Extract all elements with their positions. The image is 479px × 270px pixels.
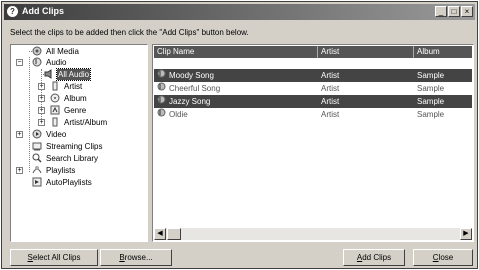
tree-item-artist[interactable]: + Artist [11,81,147,92]
horizontal-scrollbar[interactable]: ◀ ▶ [154,228,472,240]
clip-list[interactable]: Clip Name Artist Album Moody Song Artist… [152,44,474,242]
tree-label: Video [46,130,67,139]
add-clips-button[interactable]: Add Clips [343,249,405,266]
close-button[interactable]: Close [413,249,473,266]
clip-name: Oldie [169,110,188,119]
column-header-clip-name[interactable]: Clip Name [154,46,318,58]
minimize-button[interactable]: _ [435,6,447,17]
button-label: dd Clips [362,253,392,262]
tree-item-album[interactable]: + Album [11,93,147,104]
clip-name: Jazzy Song [169,97,211,106]
tree-item-all-media[interactable]: All Media [11,46,147,57]
tree-label: All Audio [55,68,92,81]
app-icon: ? [7,6,18,17]
expand-icon[interactable]: + [38,83,45,90]
streaming-icon [32,141,42,151]
button-label: elect All Clips [32,253,81,262]
clip-album: Sample [417,84,445,93]
genre-icon [50,105,60,115]
tree-item-genre[interactable]: + Genre [11,105,147,116]
tree-label: AutoPlaylists [46,178,92,187]
tree-label: Genre [64,106,87,115]
expand-icon[interactable]: + [38,119,45,126]
album-icon [50,93,60,103]
tree-label: Artist/Album [64,118,108,127]
tree-item-all-audio[interactable]: All Audio [11,68,147,81]
playlists-icon [32,165,42,175]
column-header-artist[interactable]: Artist [318,46,414,58]
speaker-icon [44,69,54,79]
expand-icon[interactable]: + [38,95,45,102]
maximize-button[interactable]: □ [448,6,460,17]
button-label: lose [438,253,454,262]
tree-item-search-library[interactable]: Search Library [11,153,147,164]
tree-label: Artist [64,82,83,91]
video-icon [32,129,42,139]
expand-icon[interactable]: + [16,131,23,138]
scroll-thumb[interactable] [167,228,181,240]
artist-icon [50,81,60,91]
table-row[interactable]: Cheerful Song Artist Sample [154,82,472,95]
scroll-right-icon[interactable]: ▶ [460,228,472,240]
artist-album-icon [50,117,60,127]
clip-artist: Artist [321,71,340,80]
close-window-button[interactable]: × [461,6,473,17]
clip-album: Sample [417,71,445,80]
browse-button[interactable]: Browse... [100,249,172,266]
clip-artist: Artist [321,84,340,93]
table-row[interactable]: Jazzy Song Artist Sample [154,95,472,108]
tree-item-video[interactable]: + Video [11,129,147,140]
list-header: Clip Name Artist Album [154,46,472,58]
tree-label: Album [64,94,87,103]
clip-icon [157,82,166,95]
tree-label: Search Library [46,154,99,163]
collapse-icon[interactable]: − [16,59,23,66]
tree-item-streaming-clips[interactable]: Streaming Clips [11,141,147,152]
tree-label: Playlists [46,166,76,175]
clip-name: Moody Song [169,71,214,80]
tree-item-autoplaylists[interactable]: AutoPlaylists [11,177,147,188]
tree-item-playlists[interactable]: + Playlists [11,165,147,176]
tree-label: Audio [46,58,67,67]
search-icon [32,153,42,163]
expand-icon[interactable]: + [16,167,23,174]
table-row[interactable]: Moody Song Artist Sample [154,69,472,82]
button-label: rowse... [124,253,153,262]
scroll-left-icon[interactable]: ◀ [154,228,166,240]
clip-artist: Artist [321,110,340,119]
tree-label: All Media [46,47,79,56]
library-tree[interactable]: All Media − Audio All Audio + Artist + A… [10,44,148,242]
window-title: Add Clips [22,6,64,16]
add-clips-dialog: ? Add Clips _ □ × Select the clips to be… [1,1,478,269]
tree-item-artist-album[interactable]: + Artist/Album [11,117,147,128]
tree-label: Streaming Clips [46,142,103,151]
clip-artist: Artist [321,97,340,106]
tree-item-audio[interactable]: − Audio [11,57,147,68]
table-row[interactable]: Oldie Artist Sample [154,108,472,121]
clip-icon [157,108,166,121]
autoplaylists-icon [32,177,42,187]
instructions-text: Select the clips to be added then click … [10,28,249,37]
expand-icon[interactable]: + [38,107,45,114]
all-media-icon [32,46,42,56]
audio-icon [32,57,42,67]
clip-name: Cheerful Song [169,84,221,93]
select-all-clips-button[interactable]: Select All Clips [10,249,98,266]
title-bar[interactable]: ? Add Clips _ □ × [4,4,475,20]
clip-icon [157,69,166,82]
clip-album: Sample [417,110,445,119]
clip-icon [157,95,166,108]
column-header-album[interactable]: Album [414,46,474,58]
clip-album: Sample [417,97,445,106]
